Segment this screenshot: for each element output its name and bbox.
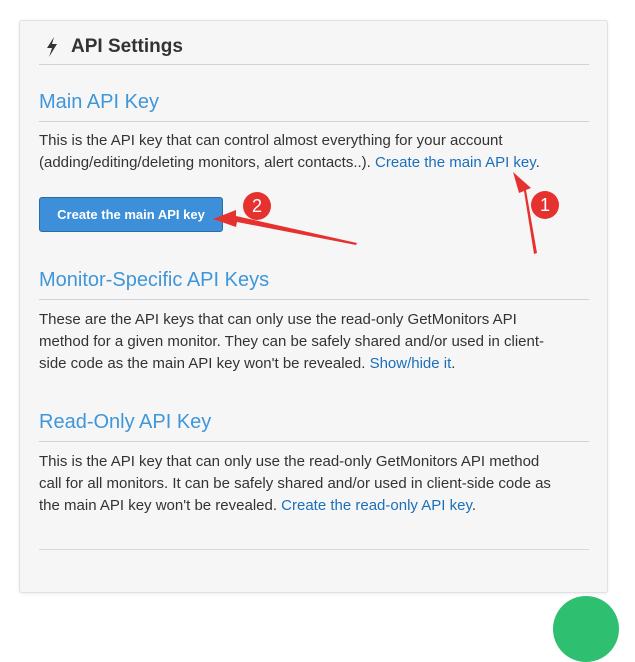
readonly-text-line3: the main API key won't be revealed. (39, 497, 282, 514)
monitor-keys-text-line1: These are the API keys that can only use… (39, 311, 517, 328)
create-read-only-key-link[interactable]: Create the read-only API key (281, 497, 472, 514)
bolt-icon (45, 36, 59, 57)
monitor-keys-text-line3: side code as the main API key won't be r… (39, 355, 370, 372)
main-api-key-heading: Main API Key (39, 91, 589, 122)
monitor-keys-description: These are the API keys that can only use… (39, 309, 589, 375)
show-hide-link[interactable]: Show/hide it (370, 355, 452, 372)
main-api-key-description: This is the API key that can control alm… (39, 130, 589, 174)
readonly-text-line2: call for all monitors. It can be safely … (39, 475, 551, 492)
readonly-link-suffix: . (471, 497, 477, 514)
floating-action-button[interactable] (553, 596, 619, 662)
panel-header: API Settings (39, 29, 589, 65)
main-key-link-suffix: . (535, 154, 540, 171)
read-only-key-heading: Read-Only API Key (39, 411, 589, 442)
annotation-badge-1: 1 (531, 191, 559, 219)
main-key-text-line2: (adding/editing/deleting monitors, alert… (39, 154, 376, 171)
annotation-badge-2: 2 (243, 192, 271, 220)
main-key-text-line1: This is the API key that can control alm… (39, 132, 503, 149)
monitor-specific-keys-heading: Monitor-Specific API Keys (39, 269, 589, 300)
monitor-keys-link-suffix: . (451, 355, 456, 372)
panel-title: API Settings (71, 35, 183, 57)
create-main-api-key-button[interactable]: Create the main API key (39, 197, 223, 232)
bottom-divider (39, 549, 589, 550)
read-only-key-description: This is the API key that can only use th… (39, 451, 589, 517)
api-settings-panel: API Settings Main API Key This is the AP… (19, 20, 608, 593)
monitor-keys-text-line2: method for a given monitor. They can be … (39, 333, 545, 350)
readonly-text-line1: This is the API key that can only use th… (39, 453, 540, 470)
create-main-key-link[interactable]: Create the main API key (375, 154, 536, 171)
